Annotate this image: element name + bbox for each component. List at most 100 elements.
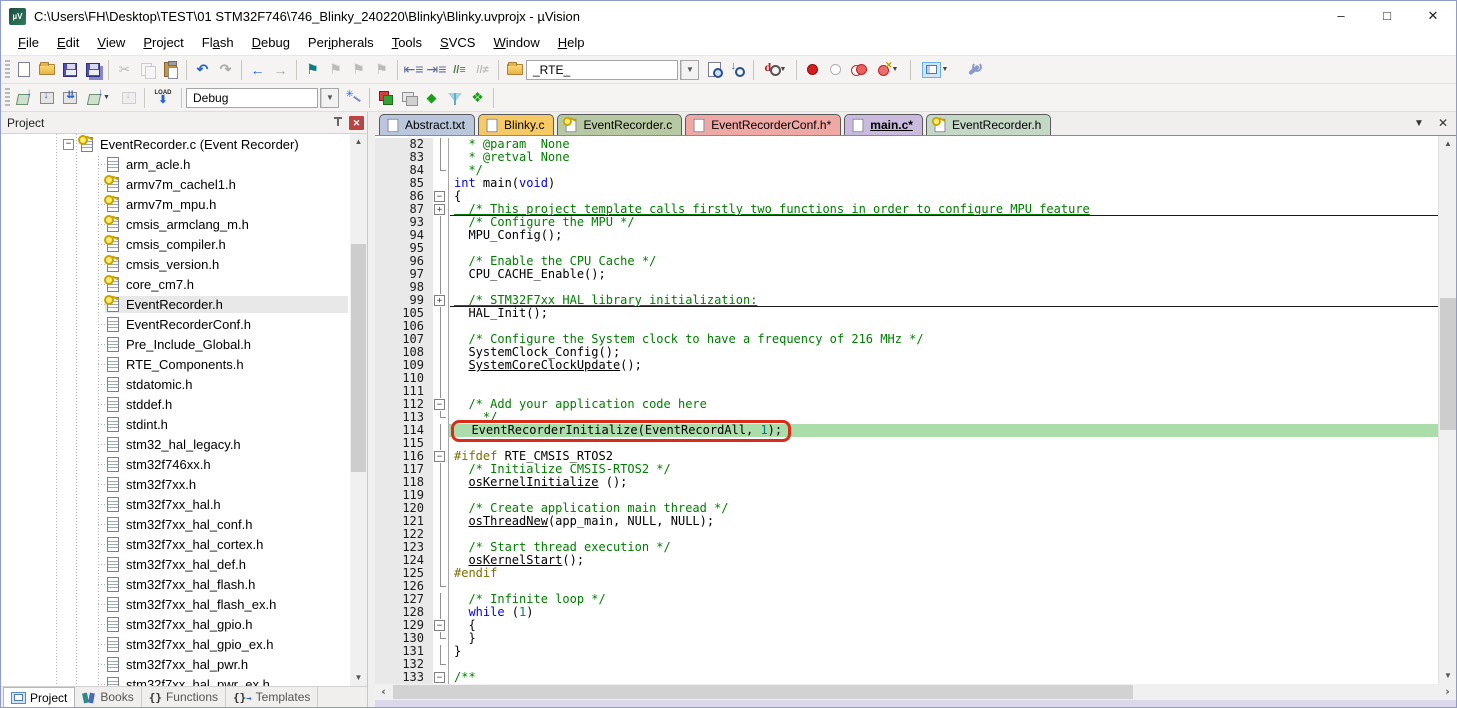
next-bookmark-button[interactable]: ⚑ <box>347 59 370 81</box>
new-file-button[interactable] <box>12 59 35 81</box>
code-line-109[interactable]: 109 SystemCoreClockUpdate(); <box>375 359 1438 372</box>
code-line-97[interactable]: 97 CPU_CACHE_Enable(); <box>375 268 1438 281</box>
incremental-find-button[interactable] <box>726 59 749 81</box>
tab-list-dropdown[interactable]: ▼ <box>1414 118 1424 129</box>
disable-all-breakpoints-button[interactable] <box>847 59 870 81</box>
editor-vscrollbar[interactable]: ▲ ▼ <box>1438 136 1456 684</box>
code-line-85[interactable]: 85int main(void) <box>375 177 1438 190</box>
menu-edit[interactable]: Edit <box>48 31 88 55</box>
editor-tab-abstract-txt[interactable]: Abstract.txt <box>379 114 475 135</box>
unindent-button[interactable]: ⇤≡ <box>402 59 425 81</box>
translate-button[interactable] <box>12 87 35 109</box>
rebuild-button[interactable] <box>58 87 81 109</box>
navigate-back-button[interactable]: ← <box>246 59 269 81</box>
tree-item-armv7m-cachel1-h[interactable]: armv7m_cachel1.h <box>1 174 350 194</box>
tree-item-stm32f7xx-h[interactable]: stm32f7xx.h <box>1 474 350 494</box>
code-line-112[interactable]: 112− /* Add your application code here <box>375 398 1438 411</box>
tree-item-eventrecorder-c-event-recorder-[interactable]: −EventRecorder.c (Event Recorder) <box>1 134 350 154</box>
scroll-left-icon[interactable]: ‹ <box>375 684 392 700</box>
code-line-124[interactable]: 124 osKernelStart(); <box>375 554 1438 567</box>
menu-window[interactable]: Window <box>484 31 548 55</box>
tree-item-stddef-h[interactable]: stddef.h <box>1 394 350 414</box>
tree-item-cmsis-compiler-h[interactable]: cmsis_compiler.h <box>1 234 350 254</box>
tree-item-rte-components-h[interactable]: RTE_Components.h <box>1 354 350 374</box>
manage-rte-button[interactable] <box>374 87 397 109</box>
tree-item-stm32f7xx-hal-pwr-ex-h[interactable]: stm32f7xx_hal_pwr_ex.h <box>1 674 350 686</box>
comment-button[interactable]: //≡ <box>448 59 471 81</box>
menu-file[interactable]: File <box>9 31 48 55</box>
bottom-tab-templates[interactable]: {}→Templates <box>226 687 318 707</box>
save-button[interactable] <box>58 59 81 81</box>
find-text-dropdown[interactable]: ▼ <box>680 60 699 80</box>
fold-collapse-icon[interactable]: − <box>433 671 449 684</box>
copy-button[interactable] <box>136 59 159 81</box>
download-button[interactable]: LOAD ⬇ <box>149 87 177 109</box>
select-software-packs-button[interactable] <box>443 87 466 109</box>
target-options-button[interactable] <box>342 87 365 109</box>
menu-tools[interactable]: Tools <box>383 31 431 55</box>
cut-button[interactable]: ✂ <box>113 59 136 81</box>
code-line-128[interactable]: 128 while (1) <box>375 606 1438 619</box>
toolbar-grip[interactable] <box>5 60 10 80</box>
menu-flash[interactable]: Flash <box>193 31 243 55</box>
menu-svcs[interactable]: SVCS <box>431 31 484 55</box>
fold-expand-icon[interactable]: + <box>433 203 449 216</box>
build-button[interactable] <box>35 87 58 109</box>
tree-item-stm32f7xx-hal-pwr-h[interactable]: stm32f7xx_hal_pwr.h <box>1 654 350 674</box>
scroll-right-icon[interactable]: › <box>1439 684 1456 700</box>
tree-item-stm32-hal-legacy-h[interactable]: stm32_hal_legacy.h <box>1 434 350 454</box>
pack-installer-button[interactable]: ❖ <box>466 87 489 109</box>
menu-help[interactable]: Help <box>549 31 594 55</box>
tree-item-armv7m-mpu-h[interactable]: armv7m_mpu.h <box>1 194 350 214</box>
tree-item-stm32f746xx-h[interactable]: stm32f746xx.h <box>1 454 350 474</box>
stop-build-button[interactable] <box>117 87 140 109</box>
clear-bookmarks-button[interactable]: ⚑ <box>370 59 393 81</box>
menu-project[interactable]: Project <box>134 31 192 55</box>
tree-item-eventrecorder-h[interactable]: EventRecorder.h <box>1 294 350 314</box>
maximize-button[interactable]: □ <box>1364 1 1410 31</box>
tree-item-eventrecorderconf-h[interactable]: EventRecorderConf.h <box>1 314 350 334</box>
pin-icon[interactable] <box>331 116 345 130</box>
redo-button[interactable]: ↷ <box>214 59 237 81</box>
code-line-110[interactable]: 110 <box>375 372 1438 385</box>
scroll-up-icon[interactable]: ▲ <box>1439 136 1457 152</box>
code-line-94[interactable]: 94 MPU_Config(); <box>375 229 1438 242</box>
code-line-127[interactable]: 127 /* Infinite loop */ <box>375 593 1438 606</box>
tree-item-arm-acle-h[interactable]: arm_acle.h <box>1 154 350 174</box>
target-select-dropdown[interactable]: ▼ <box>320 88 339 108</box>
fold-collapse-icon[interactable]: − <box>433 450 449 463</box>
editor-tab-eventrecorderconf-h-[interactable]: EventRecorderConf.h* <box>685 114 841 135</box>
tree-item-stm32f7xx-hal-conf-h[interactable]: stm32f7xx_hal_conf.h <box>1 514 350 534</box>
code-line-133[interactable]: 133−/** <box>375 671 1438 684</box>
edit-rte-button[interactable] <box>503 59 526 81</box>
find-button[interactable]: ▼ <box>758 59 792 81</box>
scrollbar-thumb[interactable] <box>1440 298 1456 430</box>
find-in-files-button[interactable] <box>703 59 726 81</box>
scroll-down-icon[interactable]: ▼ <box>1439 668 1457 684</box>
close-button[interactable]: ✕ <box>1410 1 1456 31</box>
tree-item-stm32f7xx-hal-flash-h[interactable]: stm32f7xx_hal_flash.h <box>1 574 350 594</box>
code-editor[interactable]: 82 * @param None83 * @retval None84 */85… <box>375 136 1438 684</box>
collapse-icon[interactable]: − <box>63 139 74 150</box>
code-line-132[interactable]: 132 <box>375 658 1438 671</box>
target-select-combo[interactable]: Debug <box>186 88 318 108</box>
editor-tab-blinky-c[interactable]: Blinky.c <box>478 114 554 135</box>
scrollbar-thumb[interactable] <box>393 685 1133 699</box>
open-button[interactable] <box>35 59 58 81</box>
code-line-105[interactable]: 105 HAL_Init(); <box>375 307 1438 320</box>
scrollbar-thumb[interactable] <box>351 244 366 472</box>
scroll-down-icon[interactable]: ▼ <box>350 670 367 686</box>
bottom-tab-project[interactable]: Project <box>3 687 75 707</box>
panel-splitter[interactable] <box>368 112 375 707</box>
previous-bookmark-button[interactable]: ⚑ <box>324 59 347 81</box>
configuration-button[interactable] <box>963 59 986 81</box>
uncomment-button[interactable]: //≠ <box>471 59 494 81</box>
paste-button[interactable] <box>159 59 182 81</box>
code-line-83[interactable]: 83 * @retval None <box>375 151 1438 164</box>
tree-item-stm32f7xx-hal-h[interactable]: stm32f7xx_hal.h <box>1 494 350 514</box>
fold-collapse-icon[interactable]: − <box>433 190 449 203</box>
tree-item-stm32f7xx-hal-gpio-ex-h[interactable]: stm32f7xx_hal_gpio_ex.h <box>1 634 350 654</box>
find-text-combo[interactable]: _RTE_ <box>526 60 678 80</box>
menu-peripherals[interactable]: Peripherals <box>299 31 383 55</box>
tree-item-stm32f7xx-hal-def-h[interactable]: stm32f7xx_hal_def.h <box>1 554 350 574</box>
